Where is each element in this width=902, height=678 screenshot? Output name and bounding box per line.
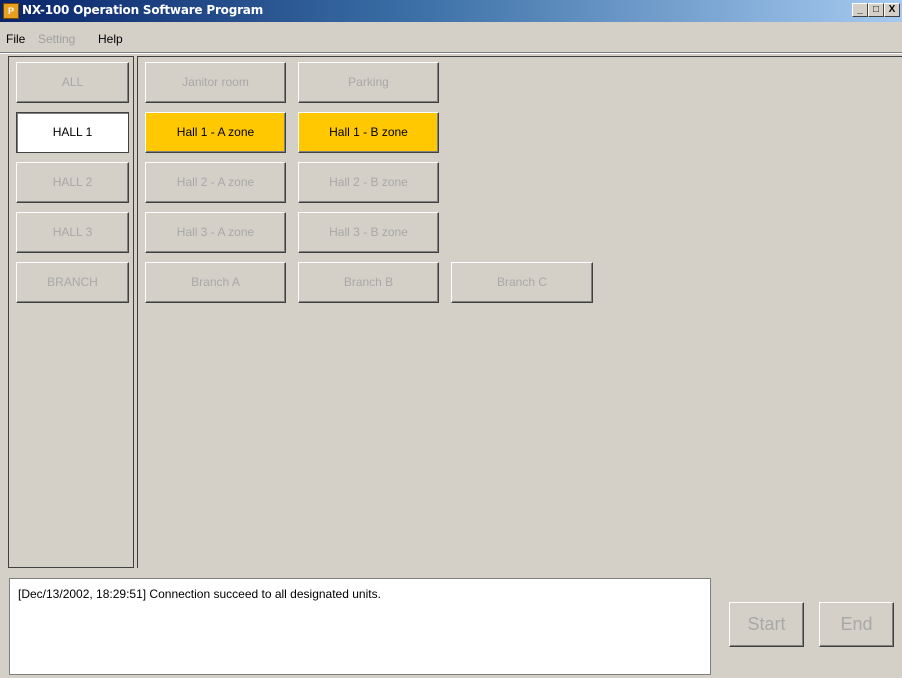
menu-divider <box>0 52 902 54</box>
menu-bar: File Setting Help <box>0 22 902 52</box>
window-controls: _ □ X <box>852 3 900 19</box>
zone-button-hall-1-b[interactable]: Hall 1 - B zone <box>298 112 439 153</box>
status-log: [Dec/13/2002, 18:29:51] Connection succe… <box>9 578 711 675</box>
app-icon: P <box>3 3 19 19</box>
zone-button-branch-b[interactable]: Branch B <box>298 262 439 303</box>
menu-setting[interactable]: Setting <box>38 32 75 46</box>
title-bar: P NX-100 Operation Software Program _ □ X <box>0 0 902 22</box>
menu-file[interactable]: File <box>6 32 25 46</box>
group-button-hall-2[interactable]: HALL 2 <box>16 162 129 203</box>
zone-button-hall-2-a[interactable]: Hall 2 - A zone <box>145 162 286 203</box>
start-button[interactable]: Start <box>729 602 804 647</box>
window-title: NX-100 Operation Software Program <box>22 3 264 17</box>
group-button-all[interactable]: ALL <box>16 62 129 103</box>
group-button-hall-1[interactable]: HALL 1 <box>16 112 129 153</box>
zone-button-parking[interactable]: Parking <box>298 62 439 103</box>
zone-button-branch-c[interactable]: Branch C <box>451 262 593 303</box>
zone-button-hall-3-a[interactable]: Hall 3 - A zone <box>145 212 286 253</box>
maximize-button[interactable]: □ <box>868 3 884 17</box>
zone-button-hall-3-b[interactable]: Hall 3 - B zone <box>298 212 439 253</box>
zone-button-hall-2-b[interactable]: Hall 2 - B zone <box>298 162 439 203</box>
zone-button-branch-a[interactable]: Branch A <box>145 262 286 303</box>
zone-button-janitor-room[interactable]: Janitor room <box>145 62 286 103</box>
log-message: [Dec/13/2002, 18:29:51] Connection succe… <box>18 587 381 601</box>
close-button[interactable]: X <box>884 3 900 17</box>
menu-help[interactable]: Help <box>98 32 123 46</box>
group-button-hall-3[interactable]: HALL 3 <box>16 212 129 253</box>
minimize-button[interactable]: _ <box>852 3 868 17</box>
zone-button-hall-1-a[interactable]: Hall 1 - A zone <box>145 112 286 153</box>
end-button[interactable]: End <box>819 602 894 647</box>
group-button-branch[interactable]: BRANCH <box>16 262 129 303</box>
